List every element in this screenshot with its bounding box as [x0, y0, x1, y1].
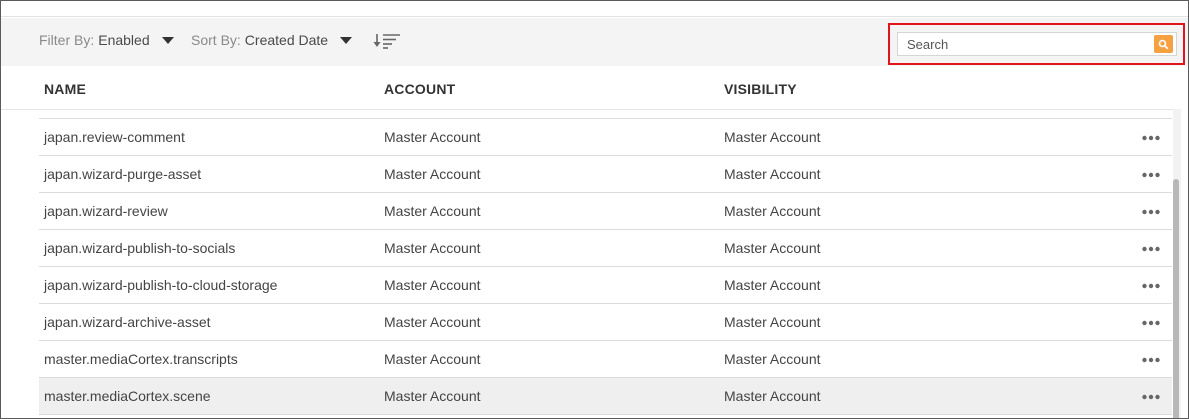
more-options-icon[interactable]	[1141, 315, 1161, 329]
cell-account: Master Account	[384, 351, 481, 367]
cell-visibility: Master Account	[724, 166, 821, 182]
cell-account: Master Account	[384, 314, 481, 330]
sort-descending-icon[interactable]	[372, 32, 402, 50]
search-button[interactable]	[1154, 35, 1173, 53]
filter-label: Filter By:	[39, 32, 95, 48]
sort-dropdown[interactable]: Sort By: Created Date	[191, 32, 353, 48]
cell-account: Master Account	[384, 129, 481, 145]
app-frame: Filter By: Enabled Sort By: Created Date	[0, 0, 1189, 419]
cell-visibility: Master Account	[724, 129, 821, 145]
top-strip	[1, 1, 1188, 17]
cell-account: Master Account	[384, 240, 481, 256]
column-header-visibility[interactable]: VISIBILITY	[724, 81, 797, 97]
cell-name: master.mediaCortex.transcripts	[44, 351, 238, 367]
cell-visibility: Master Account	[724, 314, 821, 330]
chevron-down-icon	[340, 36, 353, 44]
sort-value: Created Date	[244, 32, 329, 48]
scrollbar-thumb[interactable]	[1173, 179, 1179, 418]
table-row[interactable]: japan.wizard-archive-asset Master Account…	[39, 304, 1172, 341]
cell-name: japan.wizard-publish-to-cloud-storage	[44, 277, 278, 293]
cell-name: japan.wizard-archive-asset	[44, 314, 211, 330]
table-body: japan.review-comment Master Account Master…	[39, 118, 1172, 415]
sort-label: Sort By:	[191, 32, 241, 48]
cell-name: master.mediaCortex.scene	[44, 388, 211, 404]
filter-value: Enabled	[98, 32, 150, 48]
more-options-icon[interactable]	[1141, 352, 1161, 366]
table-header: NAME ACCOUNT VISIBILITY	[1, 66, 1173, 110]
search-input[interactable]	[898, 33, 1152, 55]
more-options-icon[interactable]	[1141, 167, 1161, 181]
more-options-icon[interactable]	[1141, 204, 1161, 218]
cell-visibility: Master Account	[724, 277, 821, 293]
table-row[interactable]: japan.wizard-publish-to-socials Master Ac…	[39, 230, 1172, 267]
cell-name: japan.wizard-review	[44, 203, 168, 219]
more-options-icon[interactable]	[1141, 130, 1161, 144]
cell-account: Master Account	[384, 203, 481, 219]
chevron-down-icon	[161, 36, 174, 44]
more-options-icon[interactable]	[1141, 278, 1161, 292]
filter-dropdown[interactable]: Filter By: Enabled	[39, 32, 174, 48]
cell-account: Master Account	[384, 166, 481, 182]
table-row[interactable]: japan.review-comment Master Account Master…	[39, 119, 1172, 156]
cell-visibility: Master Account	[724, 388, 821, 404]
cell-visibility: Master Account	[724, 203, 821, 219]
cell-account: Master Account	[384, 388, 481, 404]
cell-visibility: Master Account	[724, 351, 821, 367]
search-box	[897, 32, 1177, 56]
search-icon	[1158, 39, 1169, 49]
table-row[interactable]: japan.wizard-review Master Account Master …	[39, 193, 1172, 230]
cell-account: Master Account	[384, 277, 481, 293]
table-row[interactable]: japan.wizard-publish-to-cloud-storage Mas…	[39, 267, 1172, 304]
cell-name: japan.wizard-purge-asset	[44, 166, 202, 182]
table-row[interactable]: japan.wizard-purge-asset Master Account Ma…	[39, 156, 1172, 193]
table-row[interactable]: master.mediaCortex.scene Master Account Ma…	[39, 378, 1172, 415]
column-header-name[interactable]: NAME	[44, 81, 86, 97]
table-row[interactable]: master.mediaCortex.transcripts Master Acc…	[39, 341, 1172, 378]
column-header-account[interactable]: ACCOUNT	[384, 81, 455, 97]
more-options-icon[interactable]	[1141, 241, 1161, 255]
more-options-icon[interactable]	[1141, 389, 1161, 403]
cell-name: japan.review-comment	[44, 129, 185, 145]
cell-name: japan.wizard-publish-to-socials	[44, 240, 236, 256]
cell-visibility: Master Account	[724, 240, 821, 256]
